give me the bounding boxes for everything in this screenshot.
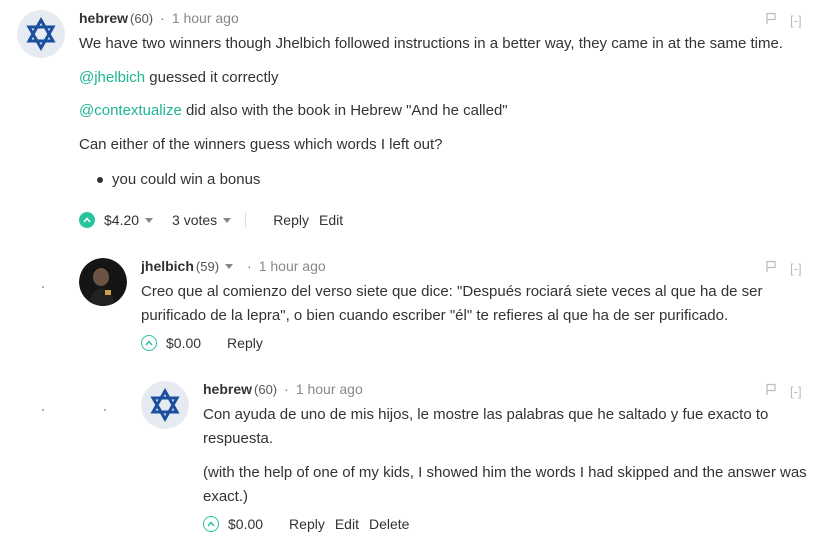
collapse-button[interactable]: [-] xyxy=(790,13,802,28)
comment-controls: [-] xyxy=(765,12,802,28)
delete-button[interactable]: Delete xyxy=(369,516,409,532)
author-name[interactable]: hebrew xyxy=(79,10,128,26)
list-item-text: you could win a bonus xyxy=(112,171,261,188)
author-reputation: (59) xyxy=(195,258,220,274)
comment-header: jhelbich (59) · 1 hour ago xyxy=(141,258,326,274)
thread-dot xyxy=(104,409,106,411)
paragraph: Con ayuda de uno de mis hijos, le mostre… xyxy=(203,406,769,447)
comment-actions: $0.00 Reply Edit Delete xyxy=(203,516,409,532)
collapse-button[interactable]: [-] xyxy=(790,384,802,399)
reply-button[interactable]: Reply xyxy=(273,212,309,228)
comment-header: hebrew (60) · 1 hour ago xyxy=(203,381,363,397)
timestamp[interactable]: 1 hour ago xyxy=(296,381,363,397)
reply-button[interactable]: Reply xyxy=(227,335,263,351)
upvote-icon[interactable] xyxy=(141,335,157,351)
avatar[interactable] xyxy=(79,258,127,306)
paragraph-text: did also with the book in Hebrew "And he… xyxy=(181,102,508,119)
timestamp[interactable]: 1 hour ago xyxy=(172,10,239,26)
separator: · xyxy=(284,381,289,397)
thread-dot xyxy=(42,409,44,411)
comment-body: Creo que al comienzo del verso siete que… xyxy=(141,280,781,328)
paragraph: Can either of the winners guess which wo… xyxy=(79,136,443,153)
upvote-icon[interactable] xyxy=(79,212,95,228)
author-name[interactable]: hebrew xyxy=(203,381,252,397)
chevron-down-icon[interactable] xyxy=(223,217,232,223)
collapse-button[interactable]: [-] xyxy=(790,261,802,276)
thread-dot xyxy=(42,286,44,288)
edit-button[interactable]: Edit xyxy=(335,516,359,532)
avatar[interactable] xyxy=(17,10,65,58)
mention-link[interactable]: @jhelbich xyxy=(79,69,145,86)
comment-body: We have two winners though Jhelbich foll… xyxy=(79,32,819,192)
paragraph-text: guessed it correctly xyxy=(145,69,279,86)
payout[interactable]: $0.00 xyxy=(166,335,201,351)
payout[interactable]: $0.00 xyxy=(228,516,263,532)
flag-icon[interactable] xyxy=(765,260,777,276)
flag-icon[interactable] xyxy=(765,12,777,28)
list-item: you could win a bonus xyxy=(79,168,819,192)
separator: · xyxy=(247,258,252,274)
divider xyxy=(245,212,247,228)
comment-controls: [-] xyxy=(765,383,802,399)
paragraph: @contextualize did also with the book in… xyxy=(79,99,819,123)
comment-actions: $4.20 3 votes Reply Edit xyxy=(79,212,343,228)
chevron-down-icon[interactable] xyxy=(145,217,154,223)
upvote-icon[interactable] xyxy=(203,516,219,532)
comment-header: hebrew (60) · 1 hour ago xyxy=(79,10,239,26)
comment-actions: $0.00 Reply xyxy=(141,335,263,351)
paragraph: (with the help of one of my kids, I show… xyxy=(203,464,807,505)
bullet-icon xyxy=(97,177,103,183)
paragraph: @jhelbich guessed it correctly xyxy=(79,66,819,90)
author-reputation: (60) xyxy=(130,10,154,26)
timestamp[interactable]: 1 hour ago xyxy=(259,258,326,274)
payout[interactable]: $4.20 xyxy=(104,212,139,228)
separator: · xyxy=(160,10,165,26)
comment-body: Con ayuda de uno de mis hijos, le mostre… xyxy=(203,403,813,509)
reply-button[interactable]: Reply xyxy=(289,516,325,532)
author-name[interactable]: jhelbich xyxy=(141,258,194,274)
mention-link[interactable]: @contextualize xyxy=(79,102,182,119)
author-reputation: (60) xyxy=(254,381,278,397)
avatar[interactable] xyxy=(141,381,189,429)
comment-controls: [-] xyxy=(765,260,802,276)
edit-button[interactable]: Edit xyxy=(319,212,343,228)
paragraph: We have two winners though Jhelbich foll… xyxy=(79,35,783,52)
paragraph: Creo que al comienzo del verso siete que… xyxy=(141,283,763,324)
flag-icon[interactable] xyxy=(765,383,777,399)
votes-count[interactable]: 3 votes xyxy=(172,212,217,228)
chevron-down-icon[interactable] xyxy=(225,263,234,269)
